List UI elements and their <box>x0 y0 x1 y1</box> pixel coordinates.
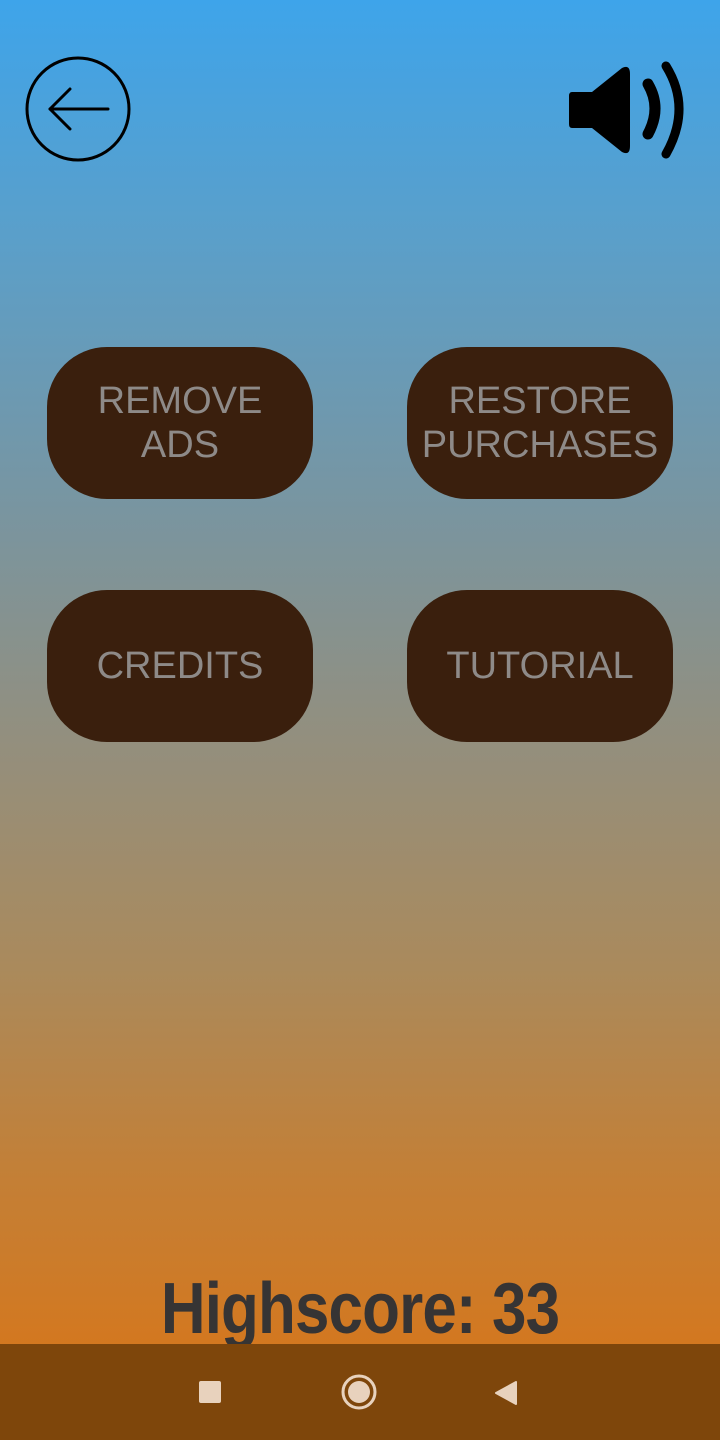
back-triangle-icon[interactable] <box>494 1380 518 1406</box>
settings-screen: REMOVE ADS RESTORE PURCHASES CREDITS TUT… <box>0 0 720 1349</box>
arrow-left-circle-icon <box>25 56 131 162</box>
speaker-volume-icon <box>569 61 684 159</box>
highscore-text: Highscore: 33 <box>160 1269 560 1349</box>
restore-purchases-button[interactable]: RESTORE PURCHASES <box>407 347 673 499</box>
home-circle-icon[interactable] <box>341 1374 377 1410</box>
sound-toggle-button[interactable] <box>566 58 694 162</box>
back-button[interactable] <box>25 56 131 162</box>
remove-ads-button[interactable]: REMOVE ADS <box>47 347 313 499</box>
tutorial-button[interactable]: TUTORIAL <box>407 590 673 742</box>
credits-button[interactable]: CREDITS <box>47 590 313 742</box>
recents-square-icon[interactable] <box>199 1381 221 1403</box>
